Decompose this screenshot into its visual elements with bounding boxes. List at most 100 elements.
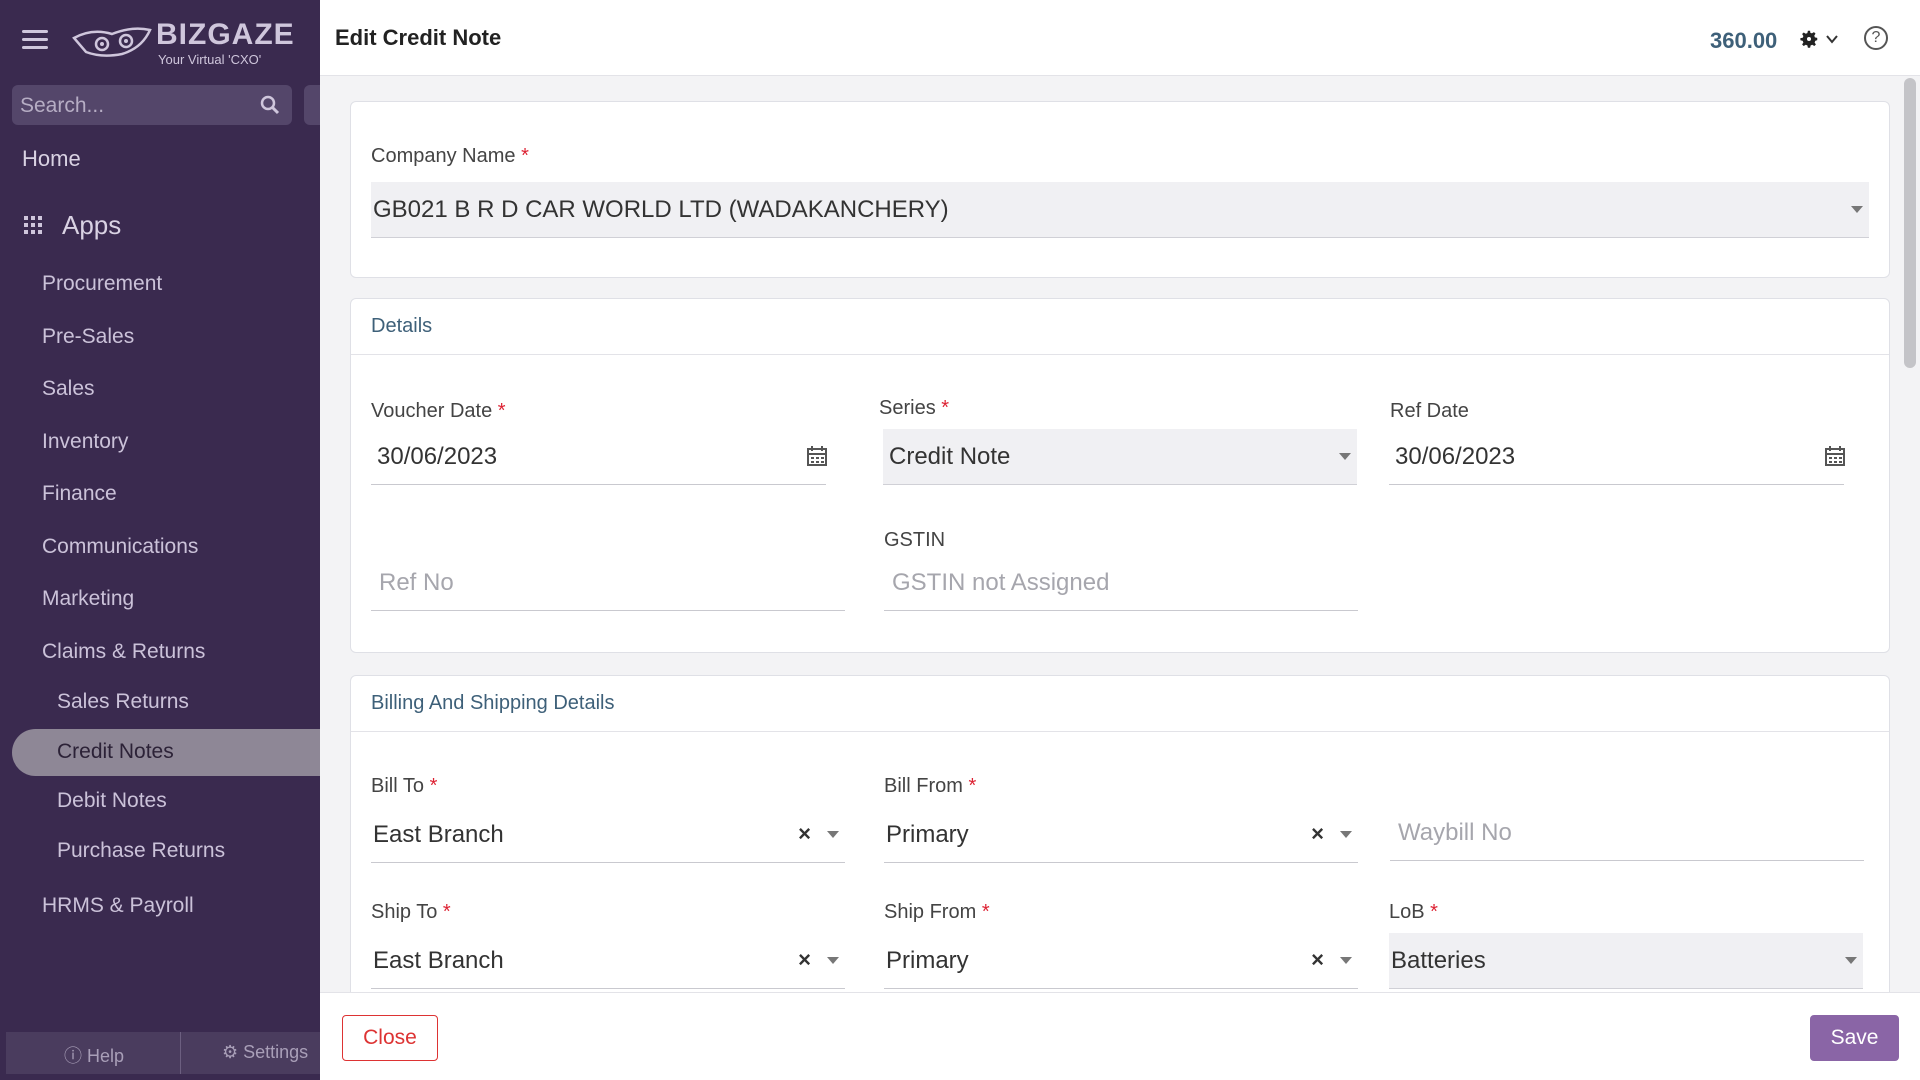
sub-item-credit-notes[interactable]: Credit Notes xyxy=(57,740,174,764)
voucher-date-label-text: Voucher Date xyxy=(371,400,493,422)
bill-to-label: Bill To * xyxy=(371,775,437,798)
dropdown-caret-icon xyxy=(1845,957,1857,964)
nav-home[interactable]: Home xyxy=(22,146,81,172)
required-marker: * xyxy=(429,775,438,797)
help-question-icon[interactable]: ? xyxy=(1864,26,1888,50)
ref-date-value: 30/06/2023 xyxy=(1395,443,1516,470)
required-marker: * xyxy=(981,901,990,923)
required-marker: * xyxy=(521,145,529,167)
series-label-text: Series xyxy=(879,397,936,419)
nav-item-marketing[interactable]: Marketing xyxy=(42,587,134,611)
required-marker: * xyxy=(941,397,950,419)
search-icon[interactable] xyxy=(260,95,280,115)
company-name-label-text: Company Name xyxy=(371,145,516,167)
nav-item-procurement[interactable]: Procurement xyxy=(42,272,162,296)
bill-to-select[interactable]: East Branch × xyxy=(371,807,845,863)
billing-heading: Billing And Shipping Details xyxy=(371,692,615,714)
form-content: Company Name * GB021 B R D CAR WORLD LTD… xyxy=(320,77,1900,992)
bill-from-select[interactable]: Primary × xyxy=(884,807,1358,863)
nav-item-inventory[interactable]: Inventory xyxy=(42,430,128,454)
nav-item-hrms-payroll[interactable]: HRMS & Payroll xyxy=(42,894,194,918)
gear-icon[interactable] xyxy=(1798,28,1820,50)
waybill-no-input[interactable]: Waybill No xyxy=(1390,805,1864,861)
lob-select[interactable]: Batteries xyxy=(1389,933,1863,989)
apps-grid-icon xyxy=(24,216,42,234)
clear-icon[interactable]: × xyxy=(798,947,811,973)
voucher-date-input[interactable]: 30/06/2023 xyxy=(371,429,828,485)
ship-from-label: Ship From * xyxy=(884,901,990,924)
billing-card: Billing And Shipping Details Bill To * E… xyxy=(350,675,1890,992)
help-label: Help xyxy=(87,1046,125,1066)
ship-to-value: East Branch xyxy=(373,947,504,974)
search-input[interactable]: Search... xyxy=(12,85,292,125)
required-marker: * xyxy=(968,775,977,797)
dropdown-caret-icon xyxy=(1340,831,1352,838)
sub-item-purchase-returns[interactable]: Purchase Returns xyxy=(57,839,225,863)
bill-to-value: East Branch xyxy=(373,821,504,848)
company-name-label: Company Name * xyxy=(371,145,529,168)
settings-button[interactable]: ⚙ Settings xyxy=(222,1042,308,1063)
gstin-placeholder: GSTIN not Assigned xyxy=(892,569,1110,596)
gstin-label: GSTIN xyxy=(884,529,946,551)
ship-to-select[interactable]: East Branch × xyxy=(371,933,845,989)
dropdown-caret-icon xyxy=(827,957,839,964)
bill-from-value: Primary xyxy=(886,821,969,848)
waybill-placeholder: Waybill No xyxy=(1398,819,1512,846)
dropdown-caret-icon xyxy=(1340,957,1352,964)
calendar-icon[interactable] xyxy=(1824,445,1846,467)
nav-item-claims-returns[interactable]: Claims & Returns xyxy=(42,640,205,664)
bill-from-label-text: Bill From xyxy=(884,775,963,797)
required-marker: * xyxy=(497,400,506,422)
lob-label-text: LoB xyxy=(1389,901,1425,923)
company-name-select[interactable]: GB021 B R D CAR WORLD LTD (WADAKANCHERY) xyxy=(371,182,1869,238)
ship-from-value: Primary xyxy=(886,947,969,974)
nav-item-pre-sales[interactable]: Pre-Sales xyxy=(42,325,134,349)
save-button[interactable]: Save xyxy=(1810,1015,1899,1061)
help-button[interactable]: ⓘ Help xyxy=(64,1042,124,1068)
sub-item-debit-notes[interactable]: Debit Notes xyxy=(57,789,167,813)
chevron-down-icon[interactable] xyxy=(1825,32,1839,46)
lob-value: Batteries xyxy=(1391,947,1486,974)
series-value: Credit Note xyxy=(889,443,1011,470)
clear-icon[interactable]: × xyxy=(1311,947,1324,973)
page-header: Edit Credit Note 360.00 ? xyxy=(320,0,1920,76)
apps-label: Apps xyxy=(62,210,122,240)
nav-item-finance[interactable]: Finance xyxy=(42,482,117,506)
search-scope-toggle[interactable] xyxy=(304,85,320,125)
details-heading: Details xyxy=(371,315,433,337)
ship-to-label-text: Ship To xyxy=(371,901,438,923)
ref-date-input[interactable]: 30/06/2023 xyxy=(1389,429,1846,485)
sidebar-footer: ⓘ Help ⚙ Settings xyxy=(6,1032,320,1074)
gstin-input[interactable]: GSTIN not Assigned xyxy=(884,555,1358,611)
logo-text: BIZGAZE xyxy=(156,18,295,51)
lob-label: LoB * xyxy=(1389,901,1438,924)
total-amount: 360.00 xyxy=(1710,28,1778,53)
ship-from-label-text: Ship From xyxy=(884,901,977,923)
billing-card-header: Billing And Shipping Details xyxy=(351,676,1889,732)
series-select[interactable]: Credit Note xyxy=(883,429,1357,485)
voucher-date-label: Voucher Date * xyxy=(371,400,506,423)
scrollbar[interactable] xyxy=(1904,78,1916,368)
nav-item-sales[interactable]: Sales xyxy=(42,377,95,401)
ship-from-select[interactable]: Primary × xyxy=(884,933,1358,989)
nav-item-communications[interactable]: Communications xyxy=(42,535,198,559)
brand-logo[interactable]: BIZGAZE Your Virtual 'CXO' xyxy=(72,18,302,67)
close-button[interactable]: Close xyxy=(342,1015,438,1061)
ship-to-label: Ship To * xyxy=(371,901,451,924)
ref-no-input[interactable]: Ref No xyxy=(371,555,845,611)
hamburger-menu-icon[interactable] xyxy=(22,30,48,52)
bill-from-label: Bill From * xyxy=(884,775,976,798)
sub-item-sales-returns[interactable]: Sales Returns xyxy=(57,690,189,714)
required-marker: * xyxy=(442,901,451,923)
clear-icon[interactable]: × xyxy=(798,821,811,847)
clear-icon[interactable]: × xyxy=(1311,821,1324,847)
search-placeholder: Search... xyxy=(20,94,105,117)
details-card-header: Details xyxy=(351,299,1889,355)
settings-label: Settings xyxy=(243,1042,309,1062)
required-marker: * xyxy=(1430,901,1438,923)
series-label: Series * xyxy=(879,397,949,420)
footer-divider xyxy=(180,1032,181,1074)
calendar-icon[interactable] xyxy=(806,445,828,467)
dropdown-caret-icon xyxy=(1339,453,1351,460)
bill-to-label-text: Bill To xyxy=(371,775,424,797)
